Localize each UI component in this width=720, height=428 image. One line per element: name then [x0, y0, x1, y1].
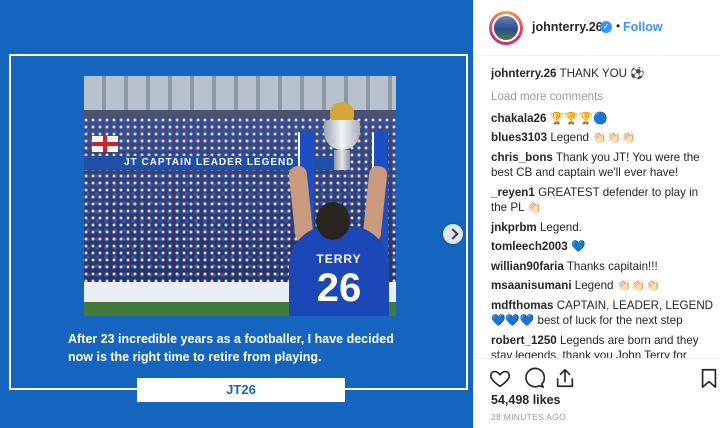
trophy-crown [330, 102, 354, 122]
post-username[interactable]: johnterry.26 [532, 20, 603, 34]
owner-caption: johnterry.26 THANK YOU ⚽ [491, 66, 715, 82]
comment-user[interactable]: chakala26 [491, 112, 546, 125]
separator-dot: • [616, 19, 621, 33]
comment-user[interactable]: _reyen1 [491, 186, 535, 199]
next-image-arrow-icon[interactable] [443, 224, 463, 244]
comment-user[interactable]: johnterry.26 [491, 67, 557, 80]
comment-icon[interactable] [523, 367, 545, 389]
comment-item: chris_bons Thank you JT! You were the be… [491, 150, 715, 181]
post-header: johnterry.26 ✓ • Follow [474, 0, 720, 56]
comment-user[interactable]: msaanisumani [491, 279, 572, 292]
comment-user[interactable]: robert_1250 [491, 334, 557, 347]
avatar-image [492, 14, 520, 42]
comment-text: 💙 [570, 240, 586, 253]
comment-text: Thanks capitain!!! [566, 259, 658, 273]
comment-item: chakala26 🏆🏆🏆🔵 [491, 111, 715, 127]
comment-item: tomleech2003 💙 [491, 239, 715, 255]
comment-text: Legend. [539, 220, 582, 234]
heart-icon[interactable] [489, 367, 511, 389]
follow-button[interactable]: Follow [623, 20, 663, 34]
comment-user[interactable]: willian90faria [491, 260, 564, 273]
comment-text: Legend 👏🏻👏🏻👏🏻 [550, 131, 636, 144]
bookmark-icon[interactable] [698, 367, 720, 389]
media-caption: After 23 incredible years as a footballe… [68, 332, 394, 364]
post-media[interactable]: JT CAPTAIN LEADER LEGEND TERRY 26 After … [0, 0, 473, 428]
comment-item: mdfthomas CAPTAIN, LEADER, LEGEND 💙💙💙 be… [491, 298, 715, 329]
comment-user[interactable]: mdfthomas [491, 299, 553, 312]
player-head [316, 202, 350, 240]
shirt-name: TERRY [316, 252, 362, 266]
load-more-comments-link[interactable]: Load more comments [491, 89, 715, 104]
post-photo: JT CAPTAIN LEADER LEGEND TERRY 26 [84, 76, 396, 316]
comment-item: jnkprbm Legend. [491, 220, 715, 236]
share-icon[interactable] [554, 367, 576, 389]
comment-user[interactable]: tomleech2003 [491, 240, 568, 253]
shirt-number: 26 [316, 266, 362, 310]
england-flag [92, 136, 118, 152]
post-sidebar: johnterry.26 ✓ • Follow johnterry.26 THA… [473, 0, 720, 428]
comments-list: johnterry.26 THANK YOU ⚽ Load more comme… [491, 66, 715, 383]
comment-user[interactable]: chris_bons [491, 151, 553, 164]
post-actions: 54,498 likes 28 MINUTES AGO [474, 358, 720, 428]
trophy-base [334, 150, 350, 170]
trophy-cup [324, 120, 360, 150]
comment-text: Legend 👏🏻👏🏻👏🏻 [574, 279, 660, 292]
media-tag: JT26 [137, 378, 345, 402]
comment-user[interactable]: blues3103 [491, 131, 547, 144]
verified-badge-icon: ✓ [600, 21, 612, 33]
likes-count[interactable]: 54,498 likes [491, 393, 561, 407]
comment-item: blues3103 Legend 👏🏻👏🏻👏🏻 [491, 130, 715, 146]
post-timestamp: 28 MINUTES AGO [491, 412, 567, 422]
premier-league-trophy [314, 102, 370, 172]
comment-item: _reyen1 GREATEST defender to play in the… [491, 185, 715, 216]
comment-item: willian90faria Thanks capitain!!! [491, 259, 715, 275]
comment-user[interactable]: jnkprbm [491, 221, 537, 234]
comment-text: THANK YOU ⚽ [559, 67, 645, 80]
comment-item: msaanisumani Legend 👏🏻👏🏻👏🏻 [491, 278, 715, 294]
avatar[interactable] [489, 11, 523, 45]
comment-text: 🏆🏆🏆🔵 [549, 111, 608, 125]
